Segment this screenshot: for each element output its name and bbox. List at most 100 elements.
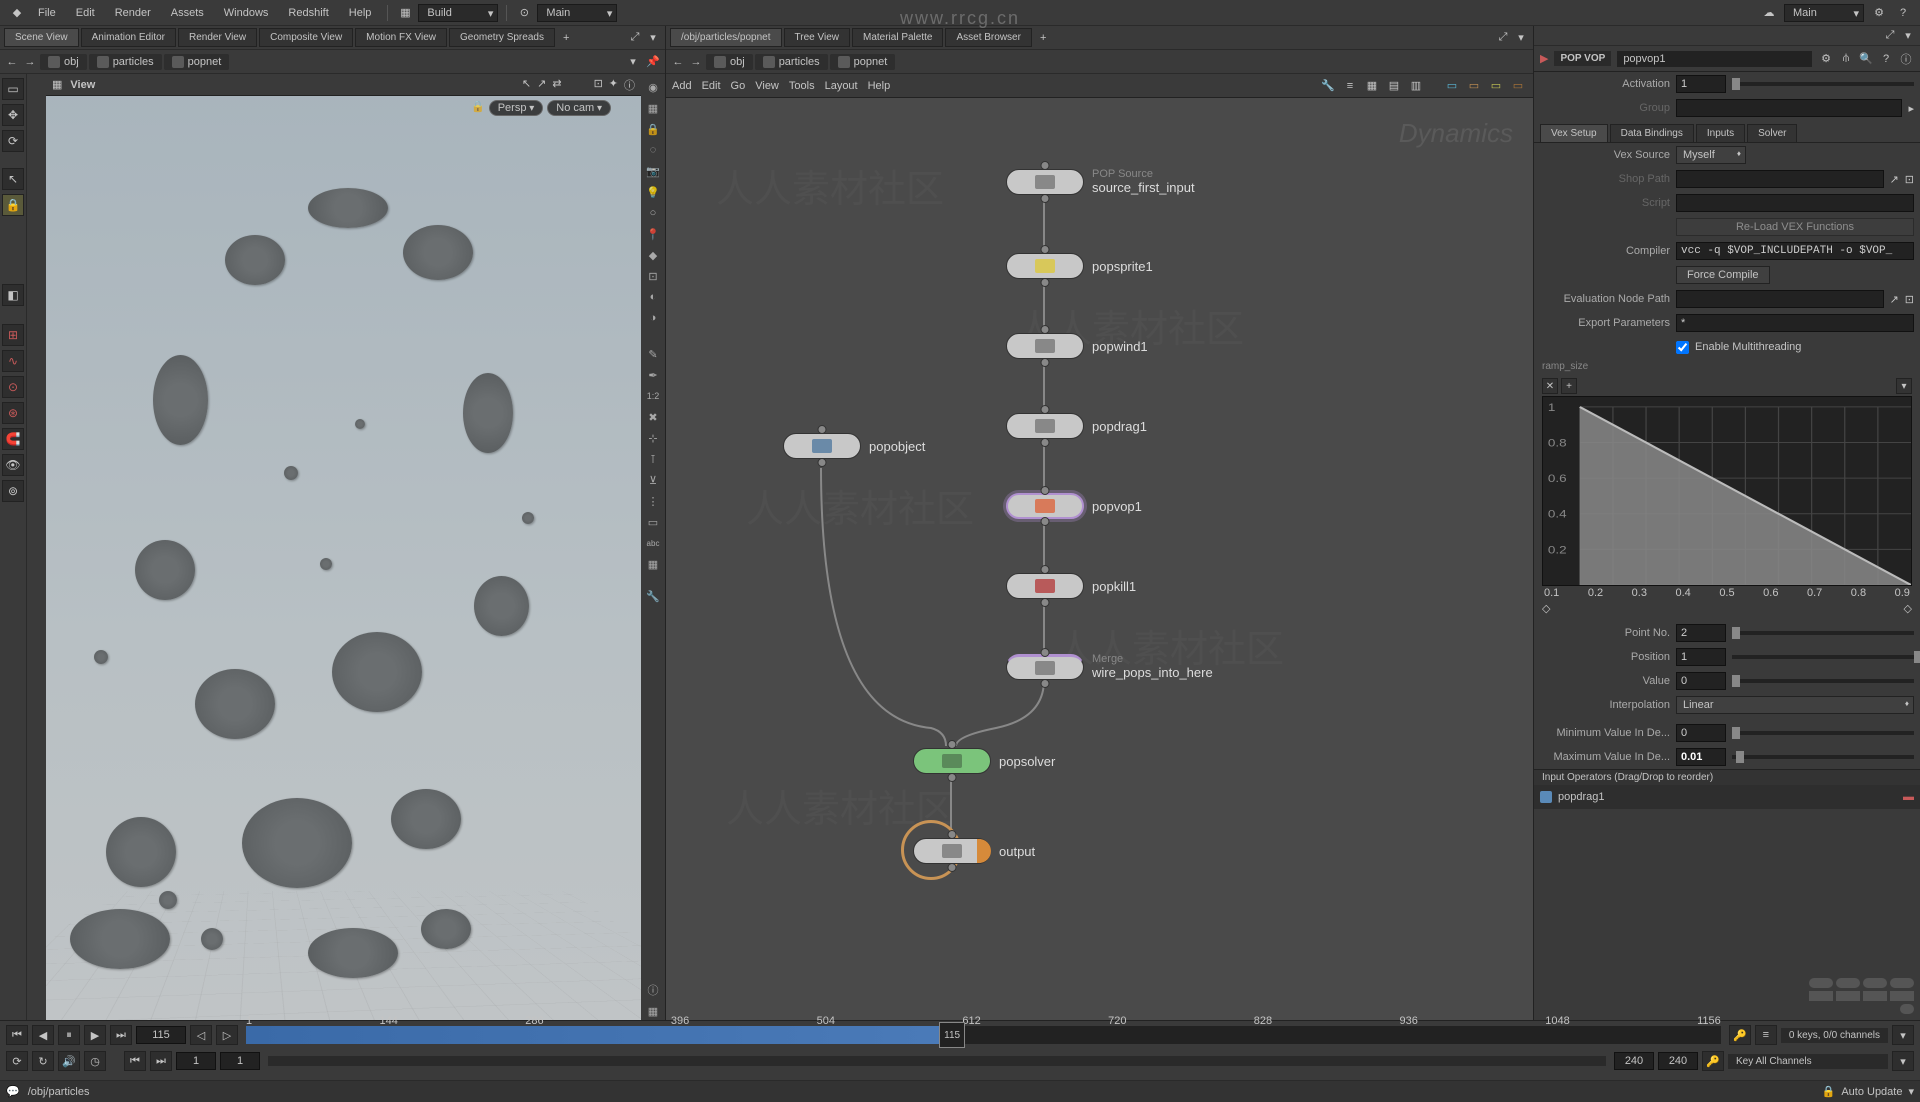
cloud-icon[interactable]: ☁ — [1760, 4, 1778, 22]
menu-edit[interactable]: Edit — [68, 3, 103, 23]
ptab-vex-setup[interactable]: Vex Setup — [1540, 124, 1608, 142]
eval-picker-icon[interactable]: ⊡ — [1905, 293, 1914, 306]
auto-update-chevron-icon[interactable]: ▾ — [1908, 1085, 1914, 1098]
network-graph[interactable]: Dynamics 人人素材社区 人人素材社区 人人素材社区 人人素材社区 人人素… — [666, 98, 1533, 1020]
net-menu-icon[interactable]: ▾ — [1513, 30, 1529, 46]
input-eval-path[interactable] — [1676, 290, 1884, 308]
app-icon[interactable]: ◆ — [8, 4, 26, 22]
button-force-compile[interactable]: Force Compile — [1676, 266, 1770, 284]
status-chat-icon[interactable]: 💬 — [6, 1085, 20, 1098]
tool-magnet[interactable]: 🧲 — [2, 428, 24, 450]
nav-back-icon[interactable]: ← — [4, 54, 20, 70]
path-obj[interactable]: obj — [40, 54, 87, 70]
snap2-icon[interactable]: ⊺ — [644, 450, 662, 468]
filter-icon[interactable]: ⫛ — [1838, 51, 1854, 67]
wrench-icon[interactable]: 🔧 — [644, 587, 662, 605]
tool-arrow[interactable]: ↖ — [2, 168, 24, 190]
tab-network[interactable]: /obj/particles/popnet — [670, 28, 782, 47]
range-start-icon[interactable]: ⏮ — [124, 1051, 146, 1071]
eval-arrow-icon[interactable]: ↗ — [1890, 293, 1899, 306]
box-icon[interactable]: ▭ — [644, 513, 662, 531]
ramp-handle-right[interactable]: ◇ — [1904, 602, 1912, 615]
net-path-obj[interactable]: obj — [706, 54, 753, 70]
gear-icon[interactable]: ⚙ — [1818, 51, 1834, 67]
dope-icon[interactable]: ≡ — [1755, 1025, 1777, 1045]
node-popdrag[interactable]: popdrag1 — [1006, 413, 1147, 439]
input-max-delta[interactable] — [1676, 748, 1726, 766]
slider-min-delta[interactable] — [1732, 731, 1914, 735]
node-popsolver[interactable]: popsolver — [913, 748, 1055, 774]
loop-icon[interactable]: ↻ — [32, 1051, 54, 1071]
key-set-icon[interactable]: 🔑 — [1702, 1051, 1724, 1071]
display-flag[interactable] — [977, 839, 991, 863]
end-frame-input[interactable] — [1614, 1052, 1654, 1070]
ramp-handle-left[interactable]: ◇ — [1542, 602, 1550, 615]
slider-value[interactable] — [1732, 679, 1914, 683]
rstart-frame-input[interactable] — [220, 1052, 260, 1070]
nav-fwd-icon[interactable]: → — [22, 54, 38, 70]
pane-expand-icon[interactable]: ⤢ — [627, 30, 643, 46]
net-path-particles[interactable]: particles — [755, 54, 828, 70]
dropdown-interpolation[interactable]: Linear — [1676, 696, 1914, 714]
param-close-icon[interactable]: ▾ — [1900, 28, 1916, 44]
tab-anim-editor[interactable]: Animation Editor — [81, 28, 176, 47]
help-icon[interactable]: ? — [1894, 4, 1912, 22]
play-back-icon[interactable]: ◀ — [32, 1025, 54, 1045]
xy-icon[interactable]: 1:2 — [644, 387, 662, 405]
tab-asset-browser[interactable]: Asset Browser — [945, 28, 1031, 47]
viewport-3d[interactable]: ▦ View ↖ ↗ ⇄ ⊡ ✦ ⓘ 🔒 Persp ▾ No ca — [46, 74, 641, 1020]
ramp-collapse-icon[interactable]: ▾ — [1896, 378, 1912, 394]
clock-icon[interactable]: ◷ — [84, 1051, 106, 1071]
menu-render[interactable]: Render — [107, 3, 159, 23]
right-dropdown[interactable]: Main — [1784, 4, 1864, 22]
netmenu-view[interactable]: View — [755, 80, 779, 92]
netmenu-go[interactable]: Go — [731, 80, 746, 92]
disp-options-icon[interactable]: ▦ — [644, 99, 662, 117]
step-back-icon[interactable]: ⏸ — [58, 1025, 80, 1045]
disp-toggle-icon[interactable]: ◉ — [644, 78, 662, 96]
path-pin-icon[interactable]: 📌 — [645, 54, 661, 70]
input-op-row[interactable]: popdrag1 ▬ — [1534, 785, 1920, 809]
shape-pill[interactable] — [1863, 978, 1887, 988]
input-point-no[interactable] — [1676, 624, 1726, 642]
range-track[interactable] — [268, 1056, 1606, 1066]
shape-pill[interactable] — [1836, 978, 1860, 988]
shape-rect[interactable] — [1836, 991, 1860, 1001]
info3-icon[interactable]: ⓘ — [1898, 51, 1914, 67]
slider-activation[interactable] — [1732, 82, 1914, 86]
tab-tree-view[interactable]: Tree View — [784, 28, 850, 47]
timeline-playhead[interactable]: 115 — [939, 1022, 965, 1048]
shape-pill[interactable] — [1809, 978, 1833, 988]
ramp-add-icon[interactable]: + — [1561, 378, 1577, 394]
net-expand-icon[interactable]: ⤢ — [1495, 30, 1511, 46]
menu-assets[interactable]: Assets — [163, 3, 212, 23]
shape-rect[interactable] — [1890, 991, 1914, 1001]
input-min-delta[interactable] — [1676, 724, 1726, 742]
shape-rect[interactable] — [1809, 991, 1833, 1001]
tool-select[interactable]: ▭ — [2, 78, 24, 100]
snap3-icon[interactable]: ⊻ — [644, 471, 662, 489]
current-frame-input[interactable] — [136, 1026, 186, 1044]
ptab-data-bindings[interactable]: Data Bindings — [1610, 124, 1694, 142]
tool-snap-grid[interactable]: ⊞ — [2, 324, 24, 346]
info2-icon[interactable]: ⓘ — [644, 981, 662, 999]
tab-motionfx-view[interactable]: Motion FX View — [355, 28, 447, 47]
tool-handles[interactable]: ◧ — [2, 284, 24, 306]
net-fwd-icon[interactable]: → — [688, 54, 704, 70]
path-menu-icon[interactable]: ▾ — [625, 54, 641, 70]
tool-snap-curve[interactable]: ∿ — [2, 350, 24, 372]
input-export[interactable] — [1676, 314, 1914, 332]
play-fwd-icon[interactable]: ▶ — [84, 1025, 106, 1045]
snap1-icon[interactable]: ⊹ — [644, 429, 662, 447]
clear-icon[interactable]: ✖ — [644, 408, 662, 426]
path-popnet[interactable]: popnet — [164, 54, 230, 70]
realtime-icon[interactable]: ⟳ — [6, 1051, 28, 1071]
auto-update-label[interactable]: Auto Update — [1841, 1086, 1902, 1098]
desktop-dropdown[interactable]: Build — [418, 4, 498, 22]
pin2-icon[interactable]: 📍 — [644, 225, 662, 243]
camera-icon[interactable]: 📷 — [644, 162, 662, 180]
button-reload-vex[interactable]: Re-Load VEX Functions — [1676, 218, 1914, 236]
node-popobject[interactable]: popobject — [783, 433, 925, 459]
netmenu-layout[interactable]: Layout — [825, 80, 858, 92]
ptab-solver[interactable]: Solver — [1747, 124, 1797, 142]
